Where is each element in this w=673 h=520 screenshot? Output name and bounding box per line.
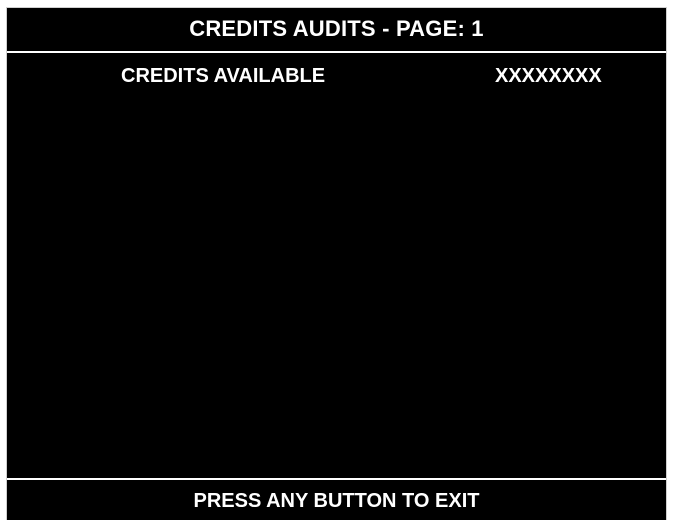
page-title: CREDITS AUDITS - PAGE: 1 bbox=[189, 16, 484, 41]
audit-screen: CREDITS AUDITS - PAGE: 1 CREDITS AVAILAB… bbox=[6, 7, 667, 520]
audit-label: CREDITS AVAILABLE bbox=[121, 65, 326, 87]
audit-row-credits-available: CREDITS AVAILABLE XXXXXXXX bbox=[7, 65, 666, 91]
header-divider bbox=[7, 51, 666, 53]
audit-value: XXXXXXXX bbox=[495, 65, 602, 87]
exit-prompt[interactable]: PRESS ANY BUTTON TO EXIT bbox=[7, 490, 666, 513]
footer-divider bbox=[7, 478, 666, 480]
